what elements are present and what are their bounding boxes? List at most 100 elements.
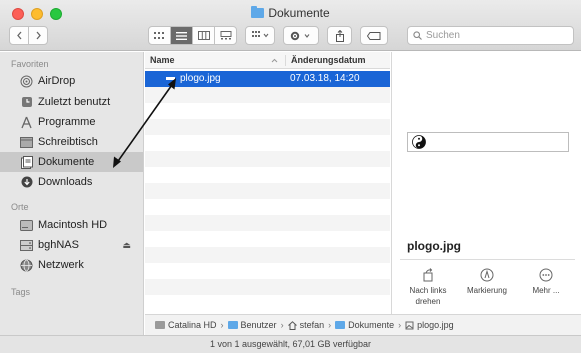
sidebar-item-desktop[interactable]: Schreibtisch (0, 132, 143, 152)
finder-window: Dokumente Suchen Favoriten AirDrop Zulet… (0, 0, 581, 353)
sidebar-item-label: Dokumente (38, 156, 95, 168)
list-icon (176, 31, 187, 40)
sidebar: Favoriten AirDrop Zuletzt benutzt Progra… (0, 52, 144, 335)
preview-filename: plogo.jpg (407, 239, 461, 253)
gallery-view-button[interactable] (215, 27, 236, 44)
empty-row (145, 103, 390, 119)
preview-thumbnail (407, 132, 569, 152)
share-button[interactable] (327, 26, 352, 45)
sidebar-item-label: Macintosh HD (38, 219, 108, 231)
gear-icon (290, 31, 310, 40)
empty-row (145, 119, 390, 135)
action-label-line1: Mehr ... (532, 286, 560, 295)
chevron-left-icon (16, 31, 21, 40)
toolbar: Dokumente Suchen (0, 0, 581, 51)
empty-row (145, 87, 390, 103)
path-separator: › (220, 320, 224, 330)
status-bar: 1 von 1 ausgewählt, 67,01 GB verfügbar (0, 335, 581, 353)
markup-button[interactable]: Markierung (459, 268, 515, 296)
folder-icon (335, 321, 346, 329)
sidebar-item-network[interactable]: Netzwerk (0, 255, 143, 275)
sidebar-item-label: Schreibtisch (38, 136, 98, 148)
path-segment-label: plogo.jpg (417, 320, 454, 330)
sidebar-section-tags: Tags (11, 287, 31, 297)
more-button[interactable]: Mehr ... (518, 268, 574, 296)
sidebar-item-label: Downloads (38, 176, 93, 188)
sidebar-item-macintosh-hd[interactable]: Macintosh HD (0, 215, 143, 235)
list-view-button[interactable] (171, 27, 193, 44)
chevron-right-icon (36, 31, 41, 40)
table-row[interactable]: plogo.jpg 07.03.18, 14:20 (145, 71, 390, 87)
tag-button[interactable] (360, 26, 388, 45)
sidebar-item-label: AirDrop (38, 75, 76, 87)
downloads-icon (20, 176, 33, 189)
preview-pane: plogo.jpg Nach links drehen Markierung M… (391, 52, 581, 314)
path-segment-label: Dokumente (348, 320, 395, 330)
network-icon (20, 259, 33, 272)
sidebar-item-applications[interactable]: Programme (0, 112, 143, 132)
home-icon (287, 320, 297, 330)
sidebar-item-recents[interactable]: Zuletzt benutzt (0, 92, 143, 112)
window-title-text: Dokumente (268, 6, 330, 20)
path-segment-label: Catalina HD (168, 320, 217, 330)
path-separator: › (398, 320, 402, 330)
path-segment-file[interactable]: plogo.jpg (405, 320, 454, 330)
path-separator: › (328, 320, 332, 330)
action-menu-button[interactable] (283, 26, 319, 45)
sidebar-item-airdrop[interactable]: AirDrop (0, 71, 143, 91)
folder-icon (227, 321, 238, 329)
list-header: Name Änderungsdatum (145, 52, 390, 69)
server-icon (20, 239, 33, 252)
recents-icon (20, 96, 33, 109)
empty-row (145, 231, 390, 247)
path-segment-home[interactable]: stefan (287, 320, 324, 330)
empty-row (145, 183, 390, 199)
path-segment-label: Benutzer (240, 320, 277, 330)
group-icon (251, 31, 268, 38)
sidebar-item-downloads[interactable]: Downloads (0, 172, 143, 192)
status-text: 1 von 1 ausgewählt, 67,01 GB verfügbar (209, 339, 372, 349)
sidebar-item-documents[interactable]: Dokumente (0, 152, 143, 172)
columns-icon (197, 31, 210, 40)
file-list: Name Änderungsdatum plogo.jpg 07.03.18, … (145, 52, 390, 314)
share-icon (335, 29, 344, 42)
sidebar-item-bghnas[interactable]: bghNAS ⏏ (0, 235, 143, 255)
search-placeholder: Suchen (426, 30, 460, 41)
disk-icon (20, 219, 33, 232)
disk-icon (155, 321, 165, 329)
path-segment-disk[interactable]: Catalina HD (155, 320, 217, 330)
column-header-name[interactable]: Name (150, 55, 175, 65)
sidebar-section-places: Orte (11, 202, 29, 212)
preview-divider (400, 259, 575, 260)
empty-row (145, 295, 390, 311)
image-file-icon (405, 321, 414, 329)
icon-view-button[interactable] (149, 27, 171, 44)
empty-row (145, 279, 390, 295)
back-button[interactable] (9, 26, 29, 45)
path-segment-documents[interactable]: Dokumente (335, 320, 394, 330)
column-view-button[interactable] (193, 27, 215, 44)
applications-icon (20, 116, 33, 129)
path-segment-users[interactable]: Benutzer (227, 320, 277, 330)
more-icon (539, 268, 553, 282)
empty-row (145, 215, 390, 231)
rotate-left-button[interactable]: Nach links drehen (400, 268, 456, 307)
eject-icon[interactable]: ⏏ (122, 240, 131, 251)
action-label-line2: drehen (415, 297, 441, 306)
empty-row (145, 135, 390, 151)
grid-icon (154, 31, 164, 39)
search-field[interactable]: Suchen (407, 26, 574, 45)
row-date: 07.03.18, 14:20 (290, 73, 360, 84)
forward-button[interactable] (28, 26, 48, 45)
rotate-left-icon (423, 268, 433, 282)
row-name: plogo.jpg (180, 73, 221, 84)
sidebar-item-label: Zuletzt benutzt (38, 96, 111, 108)
sidebar-item-label: Netzwerk (38, 259, 84, 271)
sidebar-section-favorites: Favoriten (11, 59, 49, 69)
sidebar-item-label: Programme (38, 116, 96, 128)
empty-row (145, 247, 390, 263)
empty-row (145, 151, 390, 167)
file-icon (166, 77, 175, 80)
group-button[interactable] (245, 26, 275, 45)
column-header-date[interactable]: Änderungsdatum (285, 55, 366, 66)
